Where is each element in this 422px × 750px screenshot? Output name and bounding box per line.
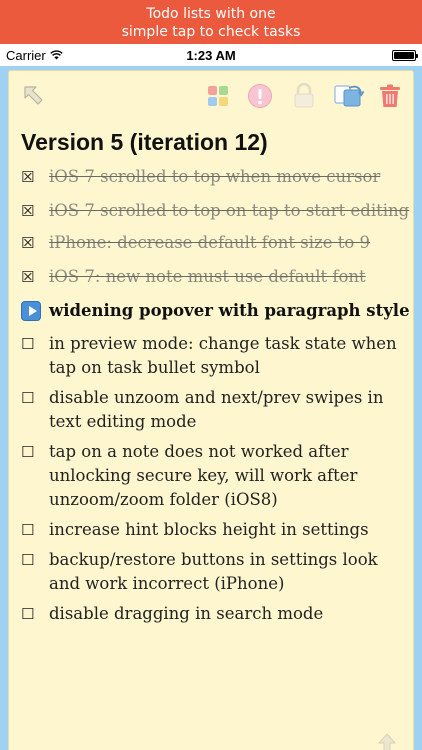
task-text: iPhone: decrease default font size to 9 [49, 233, 371, 252]
task-item[interactable]: ☐ tap on a note does not worked after unl… [21, 440, 411, 512]
banner-line-2: simple tap to check tasks [121, 24, 301, 40]
task-item[interactable]: ☐ backup/restore buttons in settings look… [21, 548, 411, 596]
task-text: increase hint blocks height in settings [49, 520, 369, 539]
task-item[interactable]: ☐ in preview mode: change task state when… [21, 332, 411, 380]
unchecked-box-icon[interactable]: ☐ [21, 548, 49, 572]
task-text: iOS 7 scrolled to top when move cursor [49, 167, 381, 186]
task-item[interactable]: ☐ increase hint blocks height in settings [21, 518, 411, 542]
banner-line-1: Todo lists with one [146, 6, 276, 22]
unchecked-box-icon[interactable]: ☐ [21, 332, 49, 356]
task-text: backup/restore buttons in settings look … [49, 550, 378, 593]
task-text: iOS 7 scrolled to top on tap to start ed… [49, 201, 410, 220]
task-item[interactable]: ☒ iOS 7: new note must use default font [21, 265, 411, 289]
status-time: 1:23 AM [186, 47, 236, 63]
checked-box-icon[interactable]: ☒ [21, 231, 49, 255]
task-item[interactable]: widening popover with paragraph style [21, 299, 411, 326]
wifi-icon [50, 50, 63, 60]
task-text: widening popover with paragraph style [49, 301, 410, 320]
task-item[interactable]: ☒ iPhone: decrease default font size to 9 [21, 231, 411, 255]
trash-icon[interactable] [377, 83, 403, 109]
unchecked-box-icon[interactable]: ☐ [21, 386, 49, 410]
unchecked-box-icon[interactable]: ☐ [21, 518, 49, 542]
promo-banner: Todo lists with one simple tap to check … [0, 0, 422, 44]
checked-box-icon[interactable]: ☒ [21, 199, 49, 223]
task-list: ☒ iOS 7 scrolled to top when move cursor ☒… [21, 165, 411, 626]
task-text: in preview mode: change task state when … [49, 334, 397, 377]
move-icon[interactable] [333, 83, 365, 109]
battery-icon [392, 49, 418, 61]
alert-icon[interactable] [247, 83, 273, 109]
play-icon-shape[interactable] [21, 301, 41, 321]
note-toolbar [9, 71, 413, 121]
task-item[interactable]: ☒ iOS 7 scrolled to top on tap to start e… [21, 199, 411, 223]
checked-box-icon[interactable]: ☒ [21, 165, 49, 189]
status-left: Carrier [6, 48, 63, 63]
task-item[interactable]: ☐ disable unzoom and next/prev swipes in … [21, 386, 411, 434]
task-text: iOS 7: new note must use default font [49, 267, 366, 286]
unchecked-box-icon[interactable]: ☐ [21, 440, 49, 464]
back-arrow-icon[interactable] [21, 83, 47, 109]
play-icon[interactable] [21, 299, 49, 326]
task-item[interactable]: ☒ iOS 7 scrolled to top when move cursor [21, 165, 411, 189]
task-text: tap on a note does not worked after unlo… [49, 442, 358, 509]
grid-icon[interactable] [205, 83, 231, 109]
scroll-hint-icon [375, 731, 399, 750]
unchecked-box-icon[interactable]: ☐ [21, 602, 49, 626]
carrier-label: Carrier [6, 47, 46, 63]
task-item[interactable]: ☐ disable dragging in search mode [21, 602, 411, 626]
status-bar: Carrier 1:23 AM [0, 44, 422, 66]
lock-icon[interactable] [291, 83, 317, 109]
task-text: disable unzoom and next/prev swipes in t… [49, 388, 384, 431]
note-paper[interactable]: Version 5 (iteration 12) ☒ iOS 7 scrolled… [8, 70, 414, 750]
checked-box-icon[interactable]: ☒ [21, 265, 49, 289]
note-title[interactable]: Version 5 (iteration 12) [21, 129, 268, 156]
task-text: disable dragging in search mode [49, 604, 324, 623]
